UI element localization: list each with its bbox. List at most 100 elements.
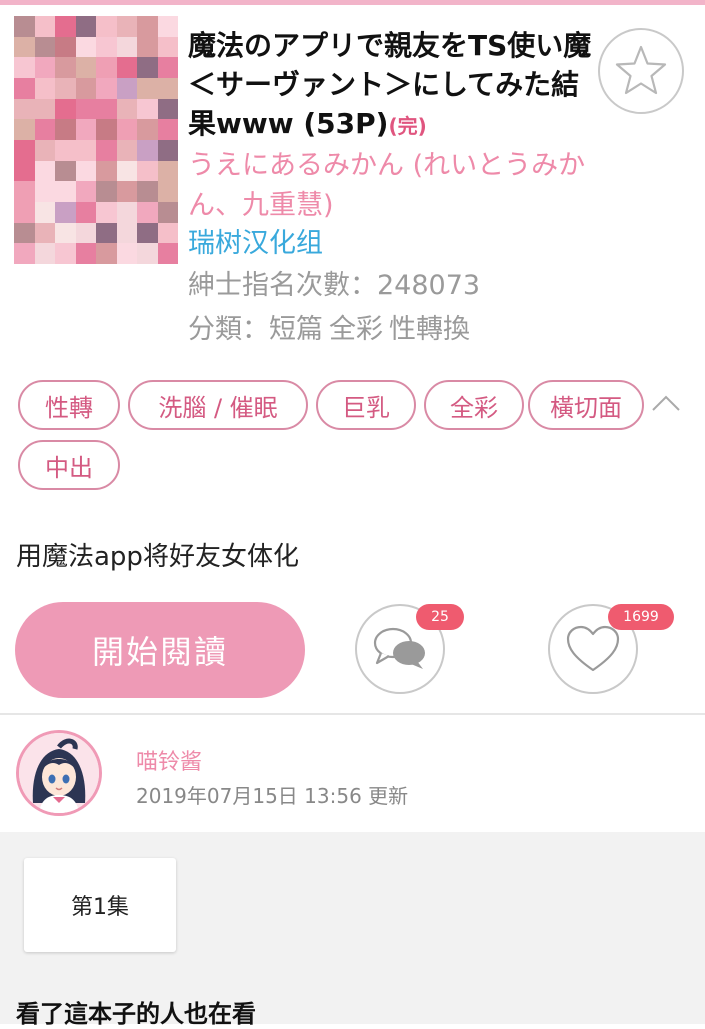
cover-pixel <box>157 181 178 202</box>
cover-pixel <box>96 201 117 223</box>
cover-image[interactable] <box>14 16 178 264</box>
comment-icon <box>373 627 425 669</box>
cover-pixel <box>55 98 76 120</box>
category-item[interactable]: 短篇 <box>269 314 323 345</box>
view-count: 紳士指名次數：248073 <box>188 268 480 304</box>
cover-pixel <box>34 57 55 78</box>
cover-pixel <box>116 243 137 264</box>
cover-pixel <box>137 201 158 223</box>
cover-pixel <box>157 201 178 223</box>
cover-pixel <box>34 181 55 202</box>
favorite-button[interactable] <box>598 28 684 114</box>
cover-pixel <box>75 201 96 223</box>
tag-chip[interactable]: 中出 <box>18 440 120 490</box>
cover-pixel <box>137 77 158 99</box>
cover-pixel <box>96 36 117 58</box>
cover-pixel <box>157 57 178 78</box>
cover-pixel <box>55 36 76 58</box>
top-accent-bar <box>0 0 705 5</box>
cover-pixel <box>14 181 35 202</box>
cover-pixel <box>116 160 137 182</box>
cover-pixel <box>75 222 96 244</box>
cover-pixel <box>157 222 178 244</box>
view-count-label: 紳士指名次數： <box>188 270 377 301</box>
uploader-name[interactable]: 喵铃酱 <box>136 744 202 776</box>
cover-pixel <box>96 16 117 37</box>
cover-pixel <box>157 36 178 58</box>
completed-status: (完) <box>388 114 427 138</box>
category-item[interactable]: 全彩 <box>329 314 383 345</box>
episode-button[interactable]: 第1集 <box>24 858 176 952</box>
cover-pixel <box>116 222 137 244</box>
cover-pixel <box>75 57 96 78</box>
translator-link[interactable]: 瑞树汉化组 <box>188 226 323 262</box>
cover-pixel <box>14 36 35 58</box>
cover-pixel <box>55 181 76 202</box>
cover-pixel <box>34 139 55 161</box>
tag-chip[interactable]: 橫切面 <box>528 380 644 430</box>
cover-pixel <box>55 222 76 244</box>
cover-pixel <box>14 139 35 161</box>
cover-pixel <box>34 77 55 99</box>
cover-pixel <box>157 98 178 120</box>
cover-pixel <box>137 57 158 78</box>
cover-pixel <box>14 57 35 78</box>
divider <box>0 713 705 715</box>
cover-pixel <box>75 16 96 37</box>
avatar-image <box>19 733 99 813</box>
avatar[interactable] <box>16 730 102 816</box>
cover-pixel <box>137 139 158 161</box>
cover-pixel <box>75 98 96 120</box>
heart-icon <box>566 625 620 672</box>
chevron-up-icon[interactable] <box>650 392 682 414</box>
cover-pixel <box>137 36 158 58</box>
like-count-badge: 1699 <box>608 604 674 630</box>
cover-pixel <box>96 181 117 202</box>
cover-pixel <box>116 98 137 120</box>
cover-pixel <box>14 16 35 37</box>
cover-pixel <box>55 160 76 182</box>
cover-pixel <box>116 36 137 58</box>
star-icon <box>615 45 667 95</box>
cover-pixel <box>75 36 96 58</box>
tag-chip[interactable]: 洗腦 / 催眠 <box>128 380 308 430</box>
cover-pixel <box>137 181 158 202</box>
update-time: 2019年07月15日 13:56 更新 <box>136 784 409 808</box>
cover-pixel <box>96 77 117 99</box>
start-reading-button[interactable]: 開始閱讀 <box>15 602 305 698</box>
cover-pixel <box>14 119 35 140</box>
cover-pixel <box>75 139 96 161</box>
cover-pixel <box>34 36 55 58</box>
cover-pixel <box>34 119 55 140</box>
cover-pixel <box>137 160 158 182</box>
cover-pixel <box>116 57 137 78</box>
cover-pixel <box>75 243 96 264</box>
book-description: 用魔法app将好友女体化 <box>16 542 299 572</box>
tag-chip[interactable]: 巨乳 <box>316 380 416 430</box>
cover-pixel <box>96 243 117 264</box>
cover-pixel <box>14 98 35 120</box>
cover-pixel <box>34 201 55 223</box>
cover-pixel <box>116 201 137 223</box>
cover-pixel <box>14 77 35 99</box>
view-count-value: 248073 <box>377 270 481 301</box>
cover-pixel <box>157 139 178 161</box>
cover-pixel <box>116 139 137 161</box>
artist-link[interactable]: うえにあるみかん (れいとうみかん、九重慧) <box>188 146 608 226</box>
cover-pixel <box>55 77 76 99</box>
cover-pixel <box>55 57 76 78</box>
tag-chip[interactable]: 全彩 <box>424 380 524 430</box>
cover-pixel <box>116 119 137 140</box>
categories: 分類：短篇 全彩 性轉換 <box>188 312 476 348</box>
tag-chip[interactable]: 性轉 <box>18 380 120 430</box>
cover-pixel <box>96 160 117 182</box>
cover-pixel <box>116 181 137 202</box>
category-item[interactable]: 性轉換 <box>389 314 470 345</box>
cover-pixel <box>116 16 137 37</box>
cover-pixel <box>14 201 35 223</box>
cover-pixel <box>137 16 158 37</box>
cover-pixel <box>96 139 117 161</box>
cover-pixel <box>157 119 178 140</box>
cover-pixel <box>14 222 35 244</box>
cover-pixel <box>55 119 76 140</box>
